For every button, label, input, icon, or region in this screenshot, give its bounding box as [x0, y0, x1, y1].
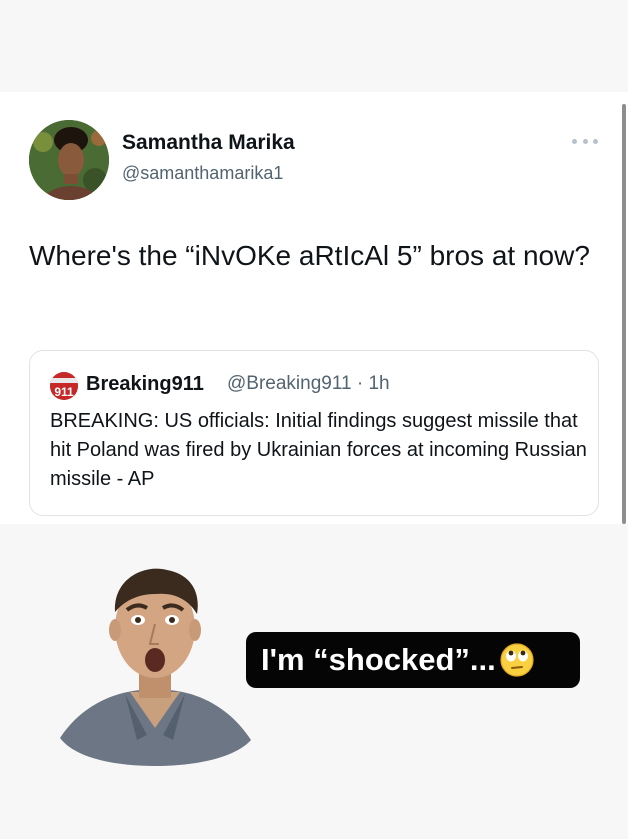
scrollbar[interactable]: [622, 104, 626, 524]
meme-caption-box: I'm “shocked”...: [246, 632, 580, 688]
shocked-man-image: [55, 560, 255, 770]
face-with-rolling-eyes-icon: [500, 643, 534, 677]
scrollbar-thumb[interactable]: [622, 104, 626, 524]
dot: [582, 138, 588, 144]
tweet-text: Where's the “iNvOKe aRtIcAl 5” bros at n…: [29, 240, 590, 271]
meme-caption: I'm “shocked”...: [261, 642, 496, 677]
quoted-tweet-text: BREAKING: US officials: Initial findings…: [50, 410, 587, 490]
quoted-author-meta: @Breaking911 · 1h: [227, 373, 390, 394]
dot: [572, 138, 577, 144]
avatar-photo: [29, 120, 109, 200]
top-background: [0, 0, 628, 92]
more-options-icon[interactable]: [572, 133, 598, 149]
quoted-tweet[interactable]: 911 Breaking911 @Breaking911 · 1h BREAKI…: [29, 350, 599, 516]
dot: [593, 138, 598, 144]
logo-text: 911: [54, 385, 74, 399]
avatar[interactable]: [29, 120, 109, 200]
breaking911-logo-icon: 911: [50, 372, 78, 400]
quoted-author-name[interactable]: Breaking911: [86, 373, 204, 396]
author-handle[interactable]: @samanthamarika1: [122, 163, 283, 184]
author-name[interactable]: Samantha Marika: [122, 131, 295, 155]
